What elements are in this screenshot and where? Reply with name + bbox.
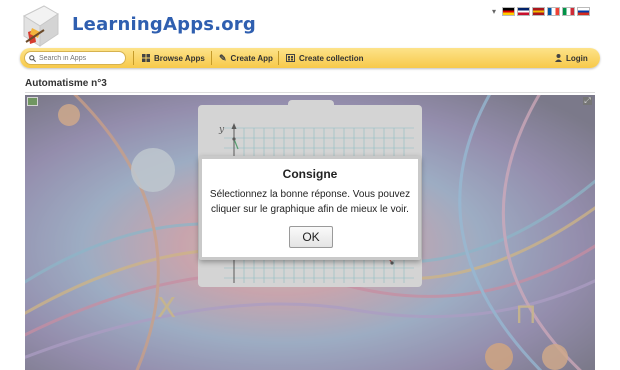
search-icon — [29, 54, 36, 62]
logo-text: LearningApps.org — [72, 14, 256, 35]
logo-cube-icon — [22, 5, 59, 47]
flag-spanish-icon[interactable] — [532, 7, 545, 16]
site-logo[interactable]: LearningApps.org — [18, 2, 256, 48]
instruction-dialog: Consigne Sélectionnez la bonne réponse. … — [199, 156, 421, 260]
login-link[interactable]: Login — [555, 52, 588, 64]
site-header: LearningApps.org ▾ — [0, 0, 620, 48]
language-dropdown-icon[interactable]: ▾ — [492, 7, 496, 16]
login-label: Login — [566, 53, 588, 63]
pencil-icon: ✎ — [219, 52, 227, 63]
flag-english-icon[interactable] — [517, 7, 530, 16]
browse-apps-link[interactable]: Browse Apps — [142, 52, 205, 64]
dialog-title: Consigne — [282, 167, 338, 181]
title-divider — [25, 92, 595, 93]
app-stage: X ⊓ ⤢ y Consigne Sélectionnez la bonne r… — [25, 95, 595, 370]
toolbar-divider — [278, 51, 279, 65]
create-app-link[interactable]: ✎ Create App — [219, 52, 273, 64]
toolbar-divider — [133, 51, 134, 65]
flag-german-icon[interactable] — [502, 7, 515, 16]
user-icon — [555, 54, 562, 62]
search-input[interactable] — [39, 54, 119, 62]
browse-apps-label: Browse Apps — [154, 53, 205, 63]
flag-russian-icon[interactable] — [577, 7, 590, 16]
toolbar-divider — [211, 51, 212, 65]
flag-french-icon[interactable] — [547, 7, 560, 16]
flag-italian-icon[interactable] — [562, 7, 575, 16]
collection-icon — [286, 54, 295, 62]
create-collection-label: Create collection — [299, 53, 364, 63]
page-title: Automatisme n°3 — [25, 78, 107, 89]
language-selector: ▾ — [492, 7, 590, 16]
create-collection-link[interactable]: Create collection — [286, 52, 363, 64]
dialog-message: Sélectionnez la bonne réponse. Vous pouv… — [209, 189, 411, 215]
main-toolbar: Browse Apps ✎ Create App Create collecti… — [20, 48, 600, 68]
search-box — [24, 51, 126, 65]
grid-icon — [142, 54, 150, 62]
ok-button[interactable]: OK — [289, 226, 333, 248]
create-app-label: Create App — [230, 53, 273, 63]
